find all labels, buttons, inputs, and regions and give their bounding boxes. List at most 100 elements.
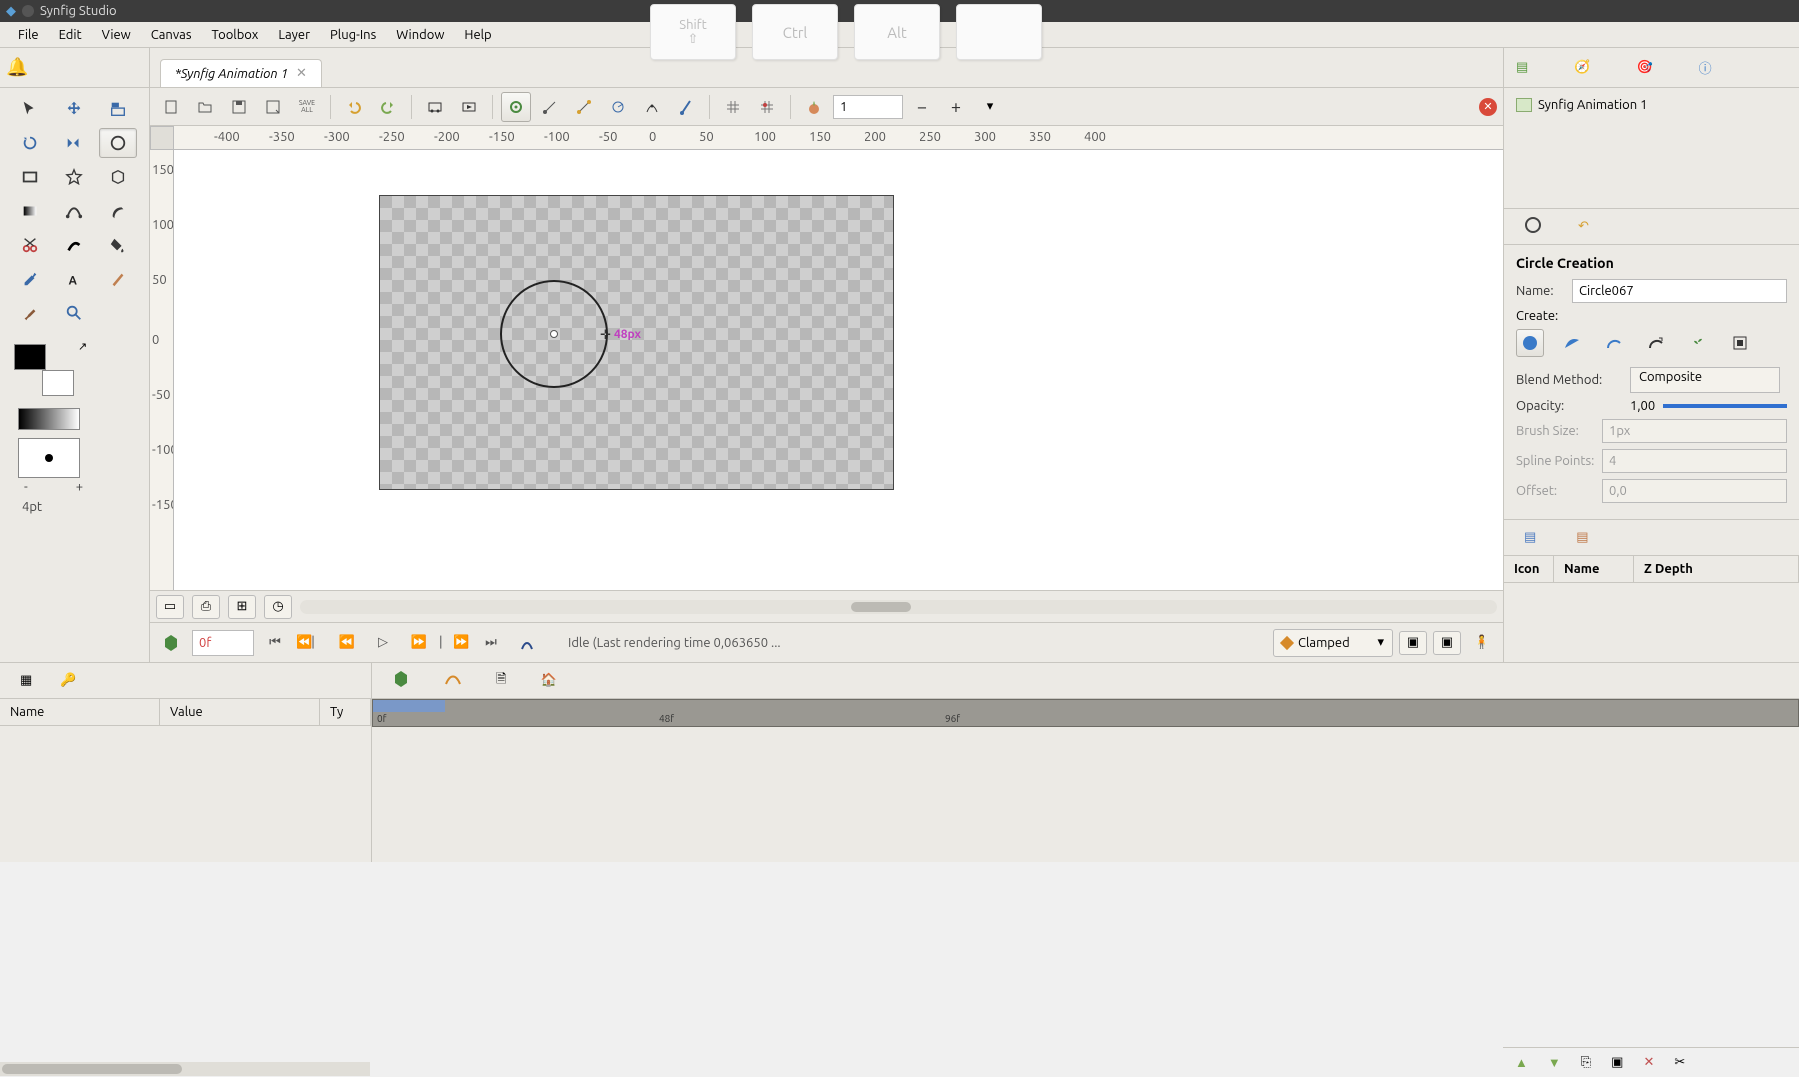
canvas-h-scrollbar[interactable] bbox=[300, 600, 1497, 614]
show-tangents-button[interactable] bbox=[535, 92, 565, 122]
redo-button[interactable] bbox=[373, 92, 403, 122]
menu-canvas[interactable]: Canvas bbox=[141, 24, 202, 46]
close-tab-icon[interactable]: ✕ bbox=[296, 66, 307, 81]
canvas[interactable]: ✛ 48px bbox=[174, 150, 1503, 590]
seek-end-button[interactable]: ⏭ bbox=[476, 629, 506, 657]
seek-next-key-button[interactable]: ⎸⏩ bbox=[440, 629, 470, 657]
spline-tool[interactable] bbox=[55, 196, 93, 226]
brush-preview[interactable] bbox=[18, 438, 80, 478]
params-scrollbar[interactable] bbox=[0, 1062, 370, 1076]
menu-window[interactable]: Window bbox=[386, 24, 454, 46]
layers-col-name[interactable]: Name bbox=[1554, 556, 1634, 582]
layer-down-icon[interactable]: ▼ bbox=[1548, 1055, 1561, 1070]
snap-grid-button[interactable] bbox=[752, 92, 782, 122]
history-tab-icon[interactable]: ↶ bbox=[1578, 219, 1589, 234]
zoom-in-button[interactable]: + bbox=[941, 92, 971, 122]
fg-color-swatch[interactable] bbox=[14, 344, 46, 370]
blend-method-dropdown[interactable]: Composite bbox=[1630, 367, 1780, 393]
fg-bg-swatches[interactable] bbox=[14, 344, 74, 396]
current-frame-field[interactable] bbox=[192, 630, 254, 656]
cancel-render-button[interactable]: ✕ bbox=[1479, 98, 1497, 116]
zoom-field[interactable] bbox=[833, 95, 903, 119]
params-tab-icon[interactable]: ▦ bbox=[20, 673, 32, 688]
menu-view[interactable]: View bbox=[92, 24, 141, 46]
animate-mode-button[interactable] bbox=[156, 629, 186, 657]
menu-edit[interactable]: Edit bbox=[49, 24, 92, 46]
toggle-timebar-button[interactable]: ▭ bbox=[156, 595, 184, 619]
menu-file[interactable]: File bbox=[8, 24, 49, 46]
curves-tab-icon[interactable] bbox=[444, 670, 462, 691]
toggle-resolution-button[interactable]: ◷ bbox=[264, 595, 292, 619]
smooth-move-tool[interactable] bbox=[55, 94, 93, 124]
seek-back-button[interactable]: ⏪ bbox=[332, 629, 362, 657]
swap-colors-icon[interactable]: ↗ bbox=[78, 340, 87, 353]
rotate-tool[interactable] bbox=[11, 128, 49, 158]
layer-cut-icon[interactable]: ✂ bbox=[1674, 1055, 1685, 1070]
preview-button[interactable] bbox=[454, 92, 484, 122]
zoom-out-button[interactable]: − bbox=[907, 92, 937, 122]
toggle-curves-button[interactable]: ⎙ bbox=[192, 595, 220, 619]
close-dot[interactable] bbox=[22, 5, 34, 17]
create-region-icon[interactable] bbox=[1516, 329, 1544, 357]
open-file-button[interactable] bbox=[190, 92, 220, 122]
show-width-button[interactable] bbox=[569, 92, 599, 122]
layer-duplicate-icon[interactable]: ⎘ bbox=[1581, 1055, 1591, 1070]
lower-bound-button[interactable]: ▣ bbox=[1399, 631, 1427, 655]
bg-color-swatch[interactable] bbox=[42, 370, 74, 396]
time-ruler[interactable]: 0f 48f 96f bbox=[372, 699, 1799, 727]
save-as-button[interactable] bbox=[258, 92, 288, 122]
gradient-swatch[interactable] bbox=[18, 408, 80, 430]
mirror-tool[interactable] bbox=[55, 128, 93, 158]
brush-larger[interactable]: + bbox=[76, 480, 83, 494]
star-tool[interactable] bbox=[55, 162, 93, 192]
seek-fwd-button[interactable]: ⏩ bbox=[404, 629, 434, 657]
params-col-type[interactable]: Ty bbox=[320, 699, 371, 725]
info-tab-icon[interactable]: ⓘ bbox=[1699, 58, 1712, 77]
transform-tool[interactable] bbox=[11, 94, 49, 124]
save-all-button[interactable]: SAVE ALL bbox=[292, 92, 322, 122]
seek-prev-key-button[interactable]: ⏪⎸ bbox=[296, 629, 326, 657]
brush-tool[interactable] bbox=[11, 298, 49, 328]
cutout-tool[interactable] bbox=[11, 230, 49, 260]
create-curve-gradient-icon[interactable] bbox=[1642, 329, 1670, 357]
document-tab[interactable]: *Synfig Animation 1 ✕ bbox=[160, 59, 322, 87]
menu-toolbox[interactable]: Toolbox bbox=[201, 24, 268, 46]
metadata-tab-icon[interactable]: 🗎 bbox=[496, 670, 506, 692]
layer-delete-icon[interactable]: ✕ bbox=[1643, 1055, 1654, 1070]
layer-group-icon[interactable]: ▣ bbox=[1611, 1055, 1623, 1070]
name-field[interactable] bbox=[1572, 279, 1787, 303]
canvas-browser-item[interactable]: Synfig Animation 1 bbox=[1514, 96, 1789, 114]
menu-plugins[interactable]: Plug-Ins bbox=[320, 24, 386, 46]
menu-layer[interactable]: Layer bbox=[268, 24, 320, 46]
toggle-guides-button[interactable]: ⊞ bbox=[228, 595, 256, 619]
params-col-value[interactable]: Value bbox=[160, 699, 320, 725]
create-outline-icon[interactable] bbox=[1558, 329, 1586, 357]
layers-col-zdepth[interactable]: Z Depth bbox=[1634, 556, 1799, 582]
layers-tab-icon[interactable]: ▤ bbox=[1524, 530, 1536, 545]
polygon-tool[interactable] bbox=[99, 162, 137, 192]
keyframes-tab-icon[interactable]: 🔑 bbox=[60, 673, 76, 688]
layers-col-icon[interactable]: Icon bbox=[1504, 556, 1554, 582]
canvas-browser-tab-icon[interactable]: ▤ bbox=[1516, 60, 1528, 75]
play-button[interactable]: ▷ bbox=[368, 629, 398, 657]
zoom-tool[interactable] bbox=[55, 298, 93, 328]
rectangle-tool[interactable] bbox=[11, 162, 49, 192]
circle-tool[interactable] bbox=[99, 128, 137, 158]
params-col-name[interactable]: Name bbox=[0, 699, 160, 725]
timetrack-tab-icon[interactable] bbox=[392, 670, 410, 691]
fill-tool[interactable] bbox=[99, 230, 137, 260]
show-vertex-button[interactable] bbox=[637, 92, 667, 122]
undo-button[interactable] bbox=[339, 92, 369, 122]
eyedrop-tool[interactable] bbox=[11, 264, 49, 294]
show-handles-button[interactable] bbox=[501, 92, 531, 122]
show-angle-button[interactable] bbox=[603, 92, 633, 122]
new-file-button[interactable] bbox=[156, 92, 186, 122]
show-link-button[interactable] bbox=[671, 92, 701, 122]
render-button[interactable] bbox=[420, 92, 450, 122]
zoom-dropdown[interactable]: ▾ bbox=[975, 92, 1005, 122]
onion-button[interactable] bbox=[799, 92, 829, 122]
opacity-slider[interactable] bbox=[1663, 404, 1787, 408]
grid-button[interactable] bbox=[718, 92, 748, 122]
upper-bound-button[interactable]: ▣ bbox=[1433, 631, 1461, 655]
save-button[interactable] bbox=[224, 92, 254, 122]
